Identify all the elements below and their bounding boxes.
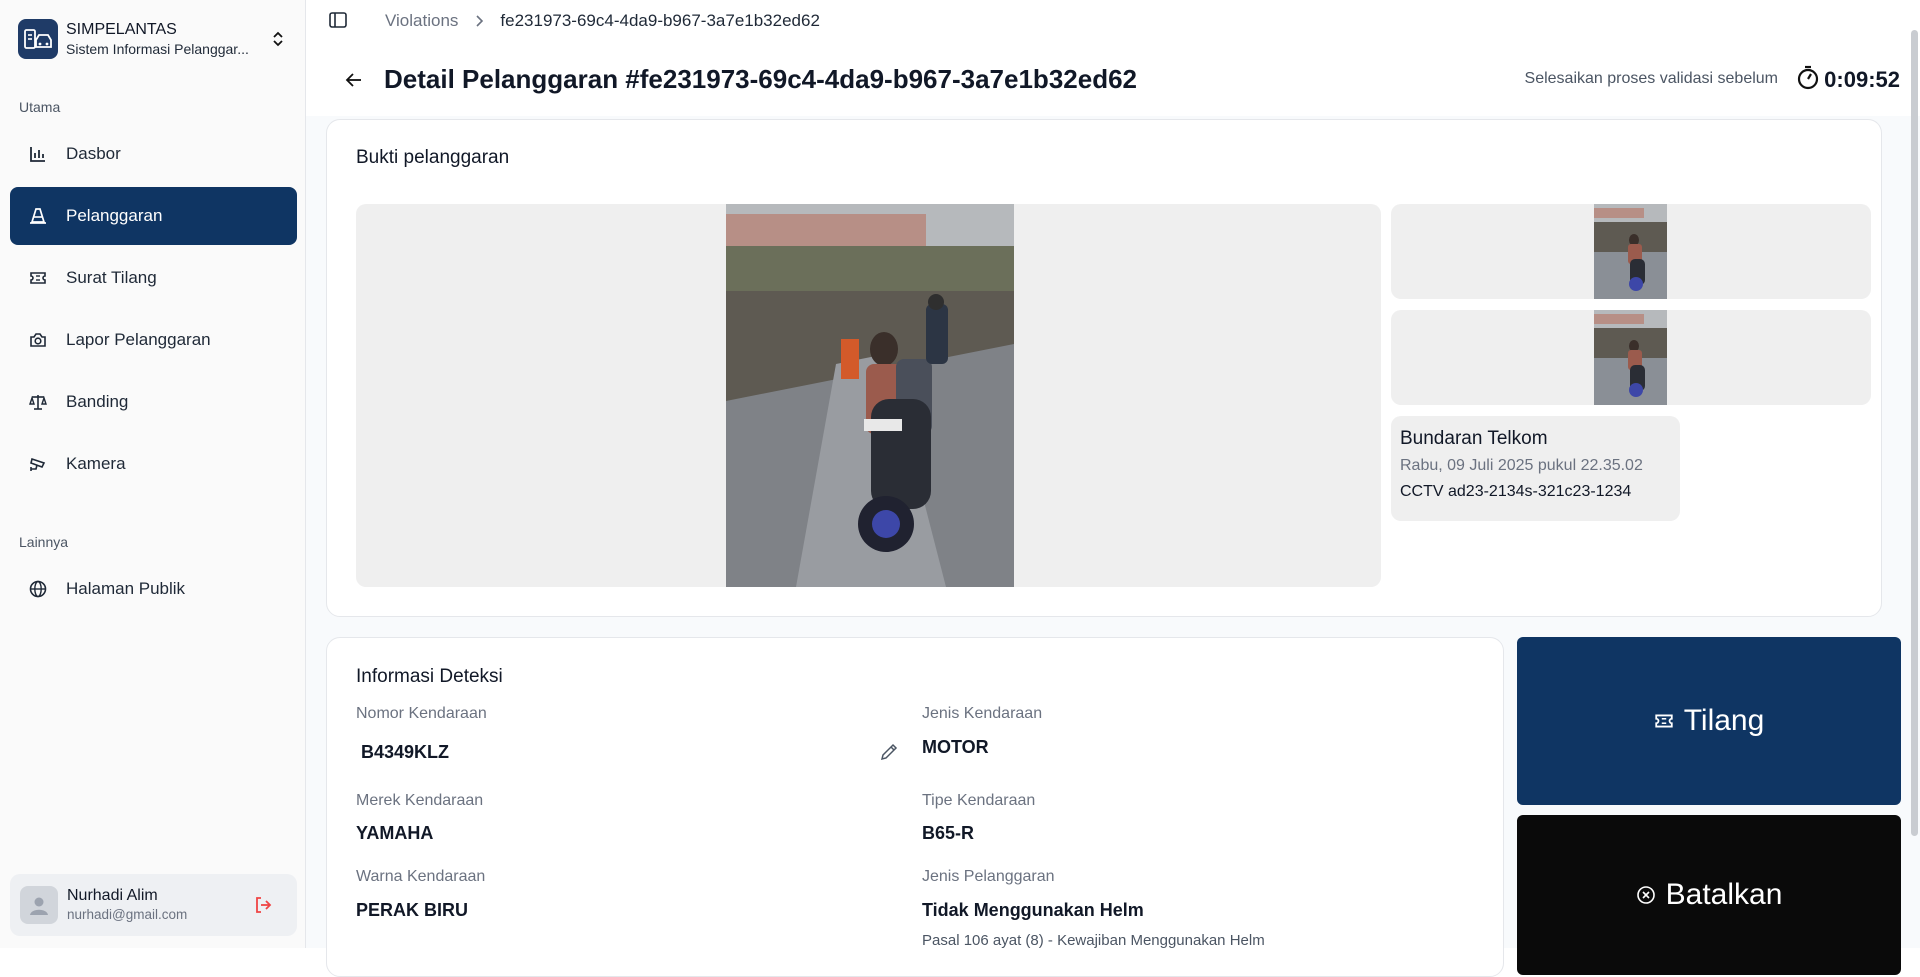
brand-value: YAMAHA bbox=[356, 823, 434, 843]
chevrons-up-down-icon bbox=[268, 29, 288, 49]
vehicle-type-value: MOTOR bbox=[922, 737, 989, 757]
page-scrollbar[interactable] bbox=[1911, 30, 1918, 836]
cancel-button[interactable]: Batalkan bbox=[1517, 815, 1901, 975]
detection-title: Informasi Deteksi bbox=[356, 666, 503, 687]
chart-bar-icon bbox=[28, 144, 48, 164]
edit-pencil-icon[interactable] bbox=[879, 742, 901, 764]
camera-icon bbox=[28, 330, 48, 350]
model-label: Tipe Kendaraan bbox=[922, 792, 1036, 809]
sidebar-item-halaman-publik[interactable]: Halaman Publik bbox=[10, 560, 297, 618]
sidebar-item-label: Kamera bbox=[66, 454, 126, 473]
evidence-thumbnail-1[interactable] bbox=[1391, 204, 1871, 299]
ticket-icon bbox=[1654, 712, 1674, 730]
evidence-thumbnail-2[interactable] bbox=[1391, 310, 1871, 405]
violation-label: Jenis Pelanggaran bbox=[922, 868, 1055, 885]
sidebar-item-label: Dasbor bbox=[66, 144, 121, 163]
violation-law: Pasal 106 ayat (8) - Kewajiban Menggunak… bbox=[922, 932, 1265, 949]
cancel-label: Batalkan bbox=[1665, 878, 1783, 911]
sidebar-item-label: Halaman Publik bbox=[66, 579, 186, 598]
main-evidence-photo[interactable] bbox=[356, 204, 1381, 587]
evidence-card: Bukti pelanggaran Bundaran Telkom Rabu, … bbox=[326, 119, 1882, 617]
color-label: Warna Kendaraan bbox=[356, 868, 486, 885]
sidebar-item-surat-tilang[interactable]: Surat Tilang bbox=[10, 249, 297, 307]
ticket-icon bbox=[28, 268, 48, 288]
violation-value: Tidak Menggunakan Helm bbox=[922, 900, 1144, 920]
detection-info-card: Informasi Deteksi Nomor Kendaraan B4349K… bbox=[326, 637, 1504, 977]
sidebar-item-lapor-pelanggaran[interactable]: Lapor Pelanggaran bbox=[10, 311, 297, 369]
group-label-other: Lainnya bbox=[19, 534, 69, 550]
topbar: Violations fe231973-69c4-4da9-b967-3a7e1… bbox=[306, 0, 1920, 42]
traffic-cone-icon bbox=[28, 206, 48, 226]
plate-label: Nomor Kendaraan bbox=[356, 705, 487, 722]
validation-deadline-text: Selesaikan proses validasi sebelum bbox=[1524, 70, 1778, 87]
sidebar-item-label: Pelanggaran bbox=[66, 206, 163, 225]
scale-icon bbox=[28, 392, 48, 412]
sidebar-toggle-icon[interactable] bbox=[328, 10, 348, 30]
sidebar-item-banding[interactable]: Banding bbox=[10, 373, 297, 431]
page-header: Detail Pelanggaran #fe231973-69c4-4da9-b… bbox=[306, 42, 1920, 116]
vehicle-type-label: Jenis Kendaraan bbox=[922, 705, 1043, 722]
page-title: Detail Pelanggaran #fe231973-69c4-4da9-b… bbox=[384, 64, 1137, 94]
user-email: nurhadi@gmail.com bbox=[67, 907, 188, 922]
brand-label: Merek Kendaraan bbox=[356, 792, 484, 809]
sidebar-item-pelanggaran[interactable]: Pelanggaran bbox=[10, 187, 297, 245]
main-content: Violations fe231973-69c4-4da9-b967-3a7e1… bbox=[306, 0, 1920, 977]
tilang-label: Tilang bbox=[1683, 704, 1765, 737]
stopwatch-icon bbox=[1796, 64, 1820, 95]
plate-value: B4349KLZ bbox=[361, 742, 450, 762]
sidebar: SIMPELANTAS Sistem Informasi Pelanggar..… bbox=[0, 0, 306, 948]
sidebar-item-dasbor[interactable]: Dasbor bbox=[10, 125, 297, 183]
capture-datetime: Rabu, 09 Juli 2025 pukul 22.35.02 bbox=[1400, 457, 1643, 474]
location-info: Bundaran Telkom Rabu, 09 Juli 2025 pukul… bbox=[1391, 416, 1680, 521]
user-name: Nurhadi Alim bbox=[67, 887, 158, 904]
brand-subtitle: Sistem Informasi Pelanggar... bbox=[66, 41, 249, 57]
sidebar-item-label: Surat Tilang bbox=[66, 268, 157, 287]
tilang-button[interactable]: Tilang bbox=[1517, 637, 1901, 805]
chevron-right-icon bbox=[474, 14, 484, 28]
globe-icon bbox=[28, 579, 48, 599]
breadcrumb-violations-link[interactable]: Violations bbox=[385, 11, 458, 31]
brand-switcher[interactable]: SIMPELANTAS Sistem Informasi Pelanggar..… bbox=[18, 18, 288, 60]
car-logo-icon bbox=[18, 19, 58, 59]
sidebar-item-label: Banding bbox=[66, 392, 129, 411]
location-name: Bundaran Telkom bbox=[1400, 428, 1548, 449]
evidence-title: Bukti pelanggaran bbox=[356, 147, 510, 168]
countdown-timer: 0:09:52 bbox=[1796, 64, 1900, 95]
sidebar-item-label: Lapor Pelanggaran bbox=[66, 330, 211, 349]
breadcrumb: Violations fe231973-69c4-4da9-b967-3a7e1… bbox=[385, 11, 820, 31]
circle-x-icon bbox=[1636, 885, 1656, 905]
breadcrumb-current: fe231973-69c4-4da9-b967-3a7e1b32ed62 bbox=[500, 11, 820, 30]
color-value: PERAK BIRU bbox=[356, 900, 469, 920]
cctv-icon bbox=[28, 454, 48, 474]
avatar bbox=[20, 886, 58, 924]
arrow-left-icon[interactable] bbox=[342, 68, 366, 92]
model-value: B65-R bbox=[922, 823, 975, 843]
user-card: Nurhadi Alim nurhadi@gmail.com bbox=[10, 874, 297, 936]
sidebar-item-kamera[interactable]: Kamera bbox=[10, 435, 297, 493]
timer-value: 0:09:52 bbox=[1824, 66, 1900, 92]
brand-name: SIMPELANTAS bbox=[66, 21, 177, 38]
group-label-main: Utama bbox=[19, 99, 61, 115]
logout-icon[interactable] bbox=[251, 893, 275, 917]
camera-id: CCTV ad23-2134s-321c23-1234 bbox=[1400, 483, 1632, 500]
